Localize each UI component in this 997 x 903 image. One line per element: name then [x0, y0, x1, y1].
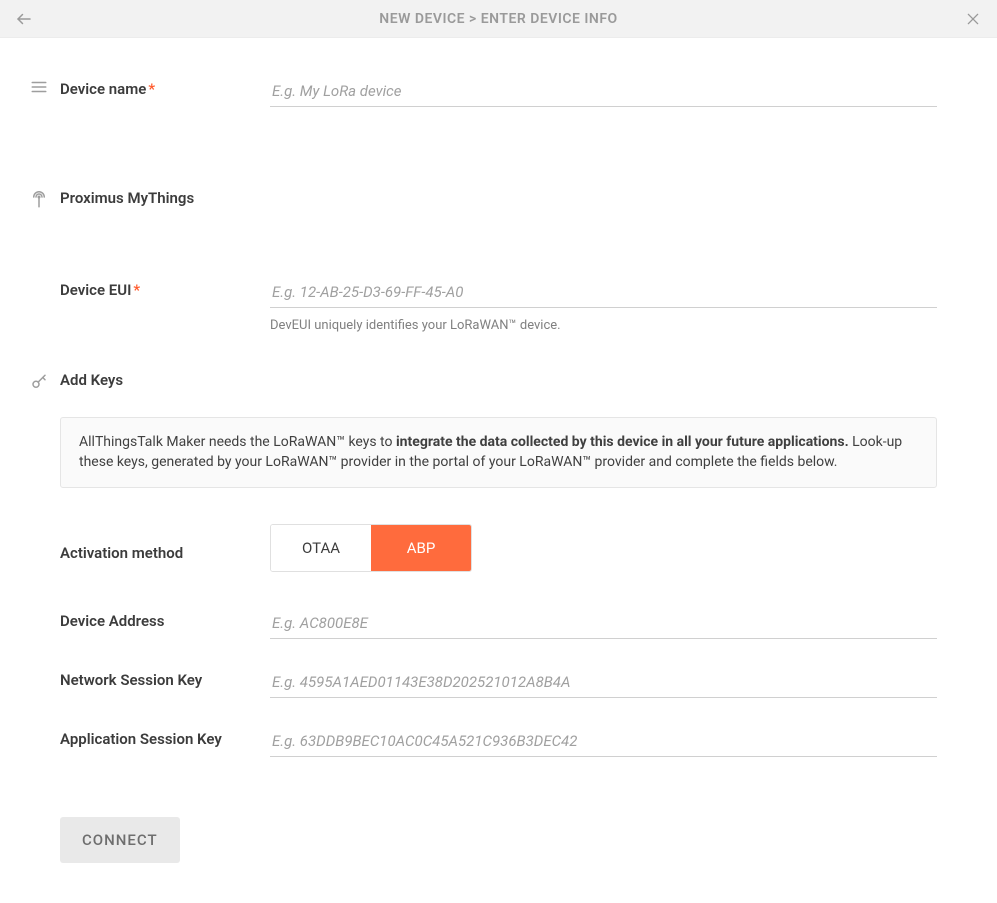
device-eui-label-text: Device EUI — [60, 281, 131, 299]
add-keys-heading: Add Keys — [60, 371, 937, 389]
device-eui-input[interactable] — [270, 277, 937, 308]
connect-button[interactable]: CONNECT — [60, 817, 180, 863]
activation-option-otaa[interactable]: OTAA — [271, 525, 371, 571]
network-session-key-input[interactable] — [270, 667, 937, 698]
activation-option-abp[interactable]: ABP — [371, 525, 471, 571]
page-title: NEW DEVICE > ENTER DEVICE INFO — [34, 11, 963, 27]
info-text-bold: integrate the data collected by this dev… — [396, 434, 849, 450]
info-text-pre: AllThingsTalk Maker needs the LoRaWAN™ k… — [79, 434, 396, 450]
device-name-label: Device name* — [60, 76, 270, 98]
back-button[interactable] — [14, 9, 34, 29]
device-name-label-text: Device name — [60, 80, 146, 98]
device-eui-helper: DevEUI uniquely identifies your LoRaWAN™… — [270, 318, 937, 333]
application-session-key-label: Application Session Key — [60, 726, 270, 748]
device-address-input[interactable] — [270, 608, 937, 639]
key-icon — [30, 373, 48, 391]
required-mark: * — [133, 281, 140, 299]
activation-toggle: OTAA ABP — [270, 524, 472, 572]
modal-header: NEW DEVICE > ENTER DEVICE INFO — [0, 0, 997, 38]
device-address-label: Device Address — [60, 608, 270, 630]
arrow-left-icon — [15, 10, 33, 28]
activation-method-label: Activation method — [60, 540, 270, 562]
close-button[interactable] — [963, 9, 983, 29]
network-heading: Proximus MyThings — [60, 189, 937, 207]
list-icon — [30, 78, 48, 96]
required-mark: * — [148, 80, 155, 98]
device-eui-label: Device EUI* — [60, 277, 270, 299]
application-session-key-input[interactable] — [270, 726, 937, 757]
info-panel: AllThingsTalk Maker needs the LoRaWAN™ k… — [60, 417, 937, 488]
device-name-input[interactable] — [270, 76, 937, 107]
close-icon — [965, 11, 981, 27]
network-session-key-label: Network Session Key — [60, 667, 270, 689]
antenna-icon — [30, 191, 48, 209]
